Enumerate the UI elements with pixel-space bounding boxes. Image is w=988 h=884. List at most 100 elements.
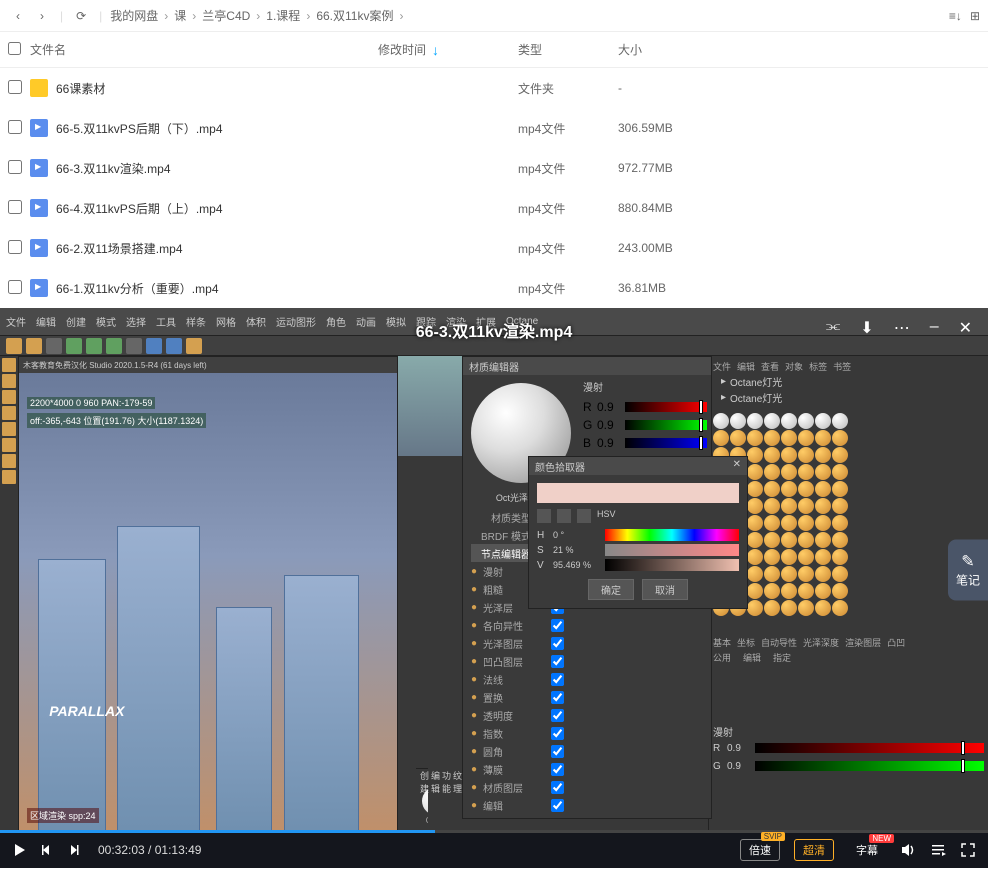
time-display: 00:32:03 / 01:13:49 (98, 843, 201, 857)
color-swatch (537, 483, 739, 503)
file-row[interactable]: 66-1.双11kv分析（重要）.mp4 mp4文件 36.81MB (0, 268, 988, 308)
playlist-button[interactable] (930, 842, 946, 858)
close-icon[interactable]: ✕ (959, 318, 972, 338)
file-name-cell[interactable]: 66-4.双11kvPS后期（上）.mp4 (30, 199, 378, 217)
nav-back-button[interactable]: ‹ (8, 6, 28, 26)
breadcrumb-item[interactable]: 1.课程 (266, 7, 300, 24)
material-grid-item (747, 447, 763, 463)
material-grid-item (747, 430, 763, 446)
c4d-menu-item: 样条 (186, 314, 206, 329)
file-size-cell: 306.59MB (618, 121, 738, 135)
material-grid-item (764, 498, 780, 514)
breadcrumb-item[interactable]: 兰亭C4D (202, 7, 250, 24)
c4d-tool-icon (46, 338, 62, 354)
download-icon[interactable]: ⬇ (860, 318, 873, 338)
c4d-tool-icon (26, 338, 42, 354)
top-nav: ‹ › | ⟳ | 我的网盘 › 课 › 兰亭C4D › 1.课程 › 66.双… (0, 0, 988, 32)
material-property-row: ●指数 (471, 724, 703, 742)
breadcrumb-item[interactable]: 课 (174, 7, 186, 24)
row-checkbox[interactable] (8, 240, 30, 257)
volume-button[interactable] (900, 842, 916, 858)
video-player: 文件 编辑 创建 模式 选择 工具 样条 网格 体积 运动图形 角色 动画 模拟… (0, 308, 988, 868)
file-size-cell: 36.81MB (618, 281, 738, 295)
red-slider (625, 402, 707, 412)
video-top-actions: ⫘ ⬇ ⋯ – ✕ (826, 318, 972, 338)
material-grid-item (798, 532, 814, 548)
c4d-middle-panel: 材质编辑器 Oct光泽度11 漫射 R 0.9 (398, 356, 708, 832)
scene-object: ▸ Octane灯光 (713, 373, 984, 389)
material-grid-item (815, 532, 831, 548)
file-name-text: 66课素材 (56, 80, 105, 97)
svip-badge: SVIP (761, 832, 785, 841)
nav-refresh-button[interactable]: ⟳ (71, 6, 91, 26)
red-slider2 (755, 743, 984, 753)
file-name-cell[interactable]: 66课素材 (30, 79, 378, 97)
breadcrumb-item[interactable]: 我的网盘 (110, 7, 158, 24)
file-row[interactable]: 66课素材 文件夹 - (0, 68, 988, 108)
video-content[interactable]: 文件 编辑 创建 模式 选择 工具 样条 网格 体积 运动图形 角色 动画 模拟… (0, 308, 988, 832)
file-name-text: 66-3.双11kv渲染.mp4 (56, 160, 171, 177)
row-checkbox[interactable] (8, 80, 30, 97)
c4d-body: 木客教育免费汉化 Studio 2020.1.5-R4 (61 days lef… (0, 356, 988, 832)
green-slider (625, 420, 707, 430)
grid-view-icon[interactable]: ⊞ (970, 9, 980, 23)
c4d-menu-item: 选择 (126, 314, 146, 329)
subtitle-button[interactable]: 字幕 NEW (848, 840, 886, 860)
file-name-cell[interactable]: 66-1.双11kv分析（重要）.mp4 (30, 279, 378, 297)
row-checkbox[interactable] (8, 160, 30, 177)
progress-bar[interactable] (0, 830, 988, 833)
column-size[interactable]: 大小 (618, 41, 738, 58)
mat-tab: 功能 (442, 769, 451, 785)
row-checkbox[interactable] (8, 280, 30, 297)
mat-tab: 纹理 (453, 769, 462, 785)
file-name-cell[interactable]: 66-5.双11kvPS后期（下）.mp4 (30, 119, 378, 137)
minimize-icon[interactable]: – (930, 318, 939, 338)
play-button[interactable] (12, 842, 28, 858)
breadcrumb-item[interactable]: 66.双11kv案例 (316, 7, 393, 24)
column-time[interactable]: 修改时间 ↓ (378, 41, 518, 58)
sort-icon[interactable]: ≡↓ (949, 9, 962, 23)
row-checkbox[interactable] (8, 120, 30, 137)
more-icon[interactable]: ⋯ (894, 318, 910, 338)
column-name[interactable]: 文件名 (30, 41, 378, 58)
video-icon (30, 279, 48, 297)
r-label: R (583, 400, 593, 414)
blue-slider (625, 438, 707, 448)
viewport-spp: 区域渲染 spp:24 (27, 808, 99, 823)
viewport-menu: 木客教育免费汉化 Studio 2020.1.5-R4 (61 days lef… (19, 357, 397, 373)
quality-button[interactable]: 超清 (794, 839, 834, 861)
share-icon[interactable]: ⫘ (826, 318, 840, 338)
c4d-menu-item: 网格 (216, 314, 236, 329)
material-grid-item (781, 600, 797, 616)
material-grid-item (730, 413, 746, 429)
fullscreen-button[interactable] (960, 842, 976, 858)
file-name-cell[interactable]: 66-2.双11场景搭建.mp4 (30, 239, 378, 257)
notes-button[interactable]: ✎ 笔记 (948, 540, 988, 601)
select-all-checkbox[interactable] (8, 42, 30, 58)
material-grid-item (815, 447, 831, 463)
material-grid-item (832, 515, 848, 531)
file-row[interactable]: 66-4.双11kvPS后期（上）.mp4 mp4文件 880.84MB (0, 188, 988, 228)
new-badge: NEW (869, 834, 894, 843)
column-type[interactable]: 类型 (518, 41, 618, 58)
material-grid-item (798, 498, 814, 514)
file-size-cell: - (618, 81, 738, 95)
file-size-cell: 243.00MB (618, 241, 738, 255)
file-row[interactable]: 66-3.双11kv渲染.mp4 mp4文件 972.77MB (0, 148, 988, 188)
nav-forward-button[interactable]: › (32, 6, 52, 26)
next-button[interactable] (70, 843, 84, 857)
row-checkbox[interactable] (8, 200, 30, 217)
material-grid-item (781, 447, 797, 463)
s-label: S (537, 545, 549, 556)
material-grid-item (832, 430, 848, 446)
file-row[interactable]: 66-5.双11kvPS后期（下）.mp4 mp4文件 306.59MB (0, 108, 988, 148)
material-grid-item (798, 447, 814, 463)
prev-button[interactable] (42, 843, 56, 857)
c4d-tool (2, 374, 16, 388)
file-row[interactable]: 66-2.双11场景搭建.mp4 mp4文件 243.00MB (0, 228, 988, 268)
c4d-tool-icon (126, 338, 142, 354)
view-options: ≡↓ ⊞ (949, 9, 980, 23)
file-name-cell[interactable]: 66-3.双11kv渲染.mp4 (30, 159, 378, 177)
material-grid-item (815, 498, 831, 514)
speed-button[interactable]: 倍速 SVIP (740, 839, 780, 861)
